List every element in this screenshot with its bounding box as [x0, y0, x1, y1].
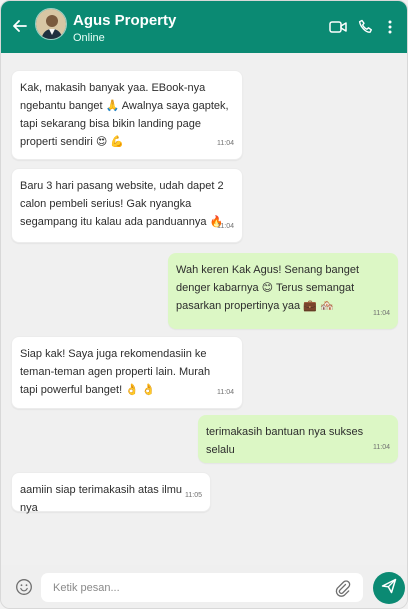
message-time: 11:04 — [217, 140, 234, 147]
message-time: 11:04 — [217, 223, 234, 230]
message-bubble-incoming: aamiin siap terimakasih atas ilmu nya 11… — [11, 472, 211, 514]
avatar[interactable] — [35, 8, 67, 40]
message-text: terimakasih bantuan nya sukses selalu — [206, 426, 364, 456]
more-vertical-icon[interactable] — [384, 17, 396, 37]
message-text: Wah keren Kak Agus! Senang banget denger… — [176, 264, 360, 312]
message-time: 11:04 — [373, 444, 390, 451]
message-time: 11:04 — [217, 389, 234, 396]
send-icon — [381, 578, 397, 599]
message-bubble-outgoing: Wah keren Kak Agus! Senang banget denger… — [168, 253, 398, 329]
send-button[interactable] — [373, 572, 405, 604]
contact-name: Agus Property — [73, 12, 177, 29]
back-arrow-icon[interactable] — [9, 15, 31, 37]
composer-bar — [1, 565, 407, 608]
message-time: 11:05 — [185, 492, 202, 499]
message-text: Kak, makasih banyak yaa. EBook-nya ngeba… — [20, 82, 229, 148]
message-text: Baru 3 hari pasang website, udah dapet 2… — [20, 180, 224, 228]
video-call-icon[interactable] — [328, 17, 348, 37]
contact-status: Online — [73, 32, 105, 44]
message-bubble-outgoing: terimakasih bantuan nya sukses selalu 11… — [198, 415, 398, 463]
chat-header: Agus Property Online — [1, 1, 407, 53]
message-list[interactable]: Kak, makasih banyak yaa. EBook-nya ngeba… — [1, 53, 407, 565]
message-input-field — [41, 573, 363, 602]
message-bubble-incoming: Siap kak! Saya juga rekomendasiin ke tem… — [11, 336, 243, 409]
message-bubble-incoming: Baru 3 hari pasang website, udah dapet 2… — [11, 168, 243, 243]
message-text: aamiin siap terimakasih atas ilmu nya — [20, 484, 183, 514]
message-text: Siap kak! Saya juga rekomendasiin ke tem… — [20, 348, 211, 396]
message-bubble-incoming: Kak, makasih banyak yaa. EBook-nya ngeba… — [11, 70, 243, 160]
phone-call-icon[interactable] — [356, 17, 376, 37]
message-input[interactable] — [41, 573, 363, 602]
emoji-icon[interactable] — [15, 578, 33, 596]
message-time: 11:04 — [373, 310, 390, 317]
attachment-icon[interactable] — [333, 579, 351, 597]
chat-window: Agus Property Online Kak, makasih banyak… — [0, 0, 408, 609]
